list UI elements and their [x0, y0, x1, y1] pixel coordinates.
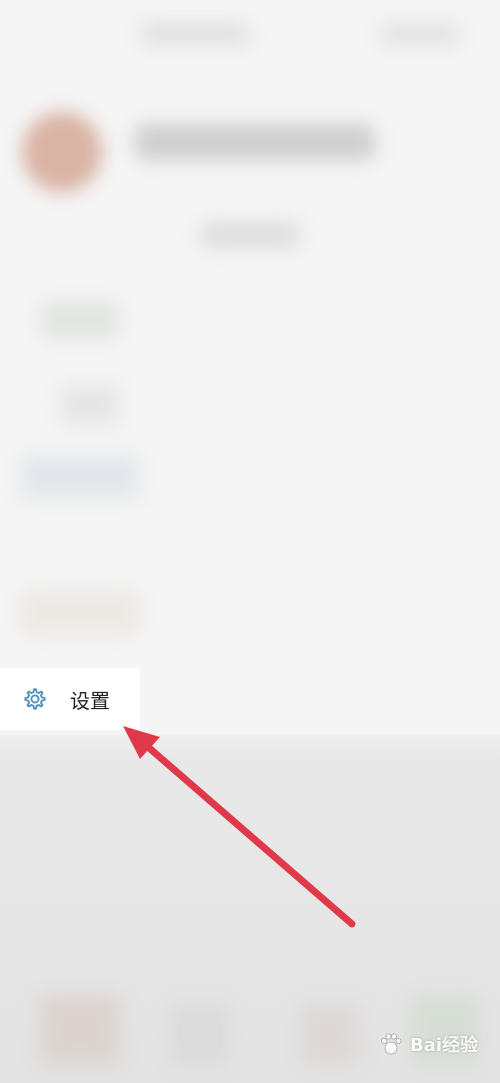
blurred-bottom-item: [170, 1005, 230, 1065]
blurred-menu-item: [20, 590, 140, 635]
gear-icon: [21, 685, 49, 713]
side-drawer: [0, 0, 500, 735]
settings-label: 设置: [70, 688, 110, 713]
settings-menu-item[interactable]: 设置: [0, 668, 140, 730]
paw-logo-icon: [380, 1033, 402, 1055]
blurred-bottom-item: [40, 995, 120, 1065]
baidu-watermark: Bai经验: [378, 1031, 478, 1057]
blurred-menu-item: [40, 300, 120, 340]
blurred-subline: [200, 222, 300, 248]
watermark-text: Bai经验: [409, 1035, 478, 1056]
blurred-avatar: [22, 112, 102, 192]
phone-screen: 设置 Bai经验: [0, 0, 500, 1083]
blurred-menu-item: [60, 385, 120, 425]
blurred-header-right: [380, 22, 460, 46]
blurred-menu-item: [20, 455, 140, 500]
blurred-username: [135, 124, 375, 160]
blurred-bottom-item: [300, 1005, 360, 1065]
blurred-header-left: [140, 22, 250, 46]
